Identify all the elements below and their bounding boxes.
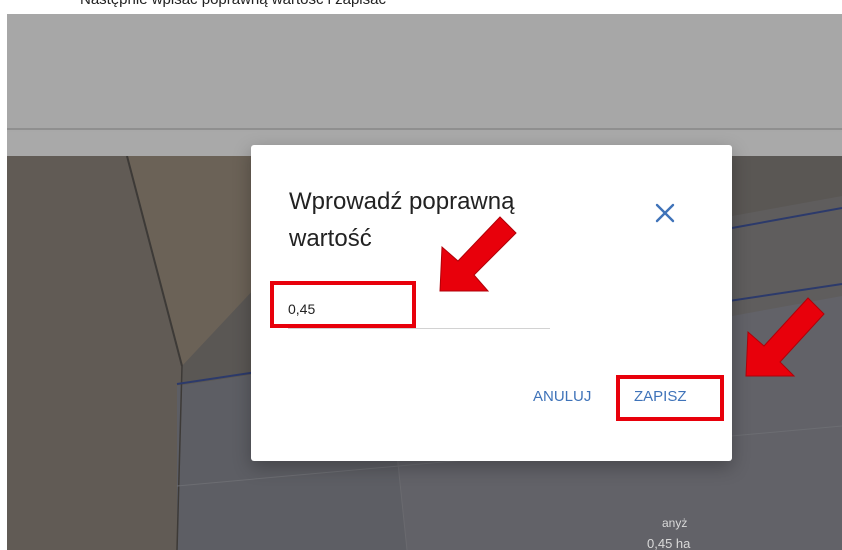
app-toolbar (7, 14, 842, 130)
cancel-button[interactable]: ANULUJ (533, 381, 613, 413)
edit-value-dialog: Wprowadź poprawną wartość ANULUJ ZAPISZ (251, 145, 732, 461)
dialog-title: Wprowadź poprawną wartość (289, 188, 515, 252)
map-parcel-area-label: 0,45 ha (647, 536, 691, 550)
caption-text: Następnie wpisać poprawną wartość i zapi… (80, 0, 386, 8)
page: Następnie wpisać poprawną wartość i zapi… (0, 0, 842, 550)
caption-strip: Następnie wpisać poprawną wartość i zapi… (0, 0, 842, 14)
value-input[interactable] (288, 289, 550, 329)
map-parcel-crop-label: anyż (662, 516, 688, 530)
close-button[interactable] (649, 197, 681, 229)
close-icon (655, 203, 675, 223)
save-button[interactable]: ZAPISZ (634, 381, 714, 413)
